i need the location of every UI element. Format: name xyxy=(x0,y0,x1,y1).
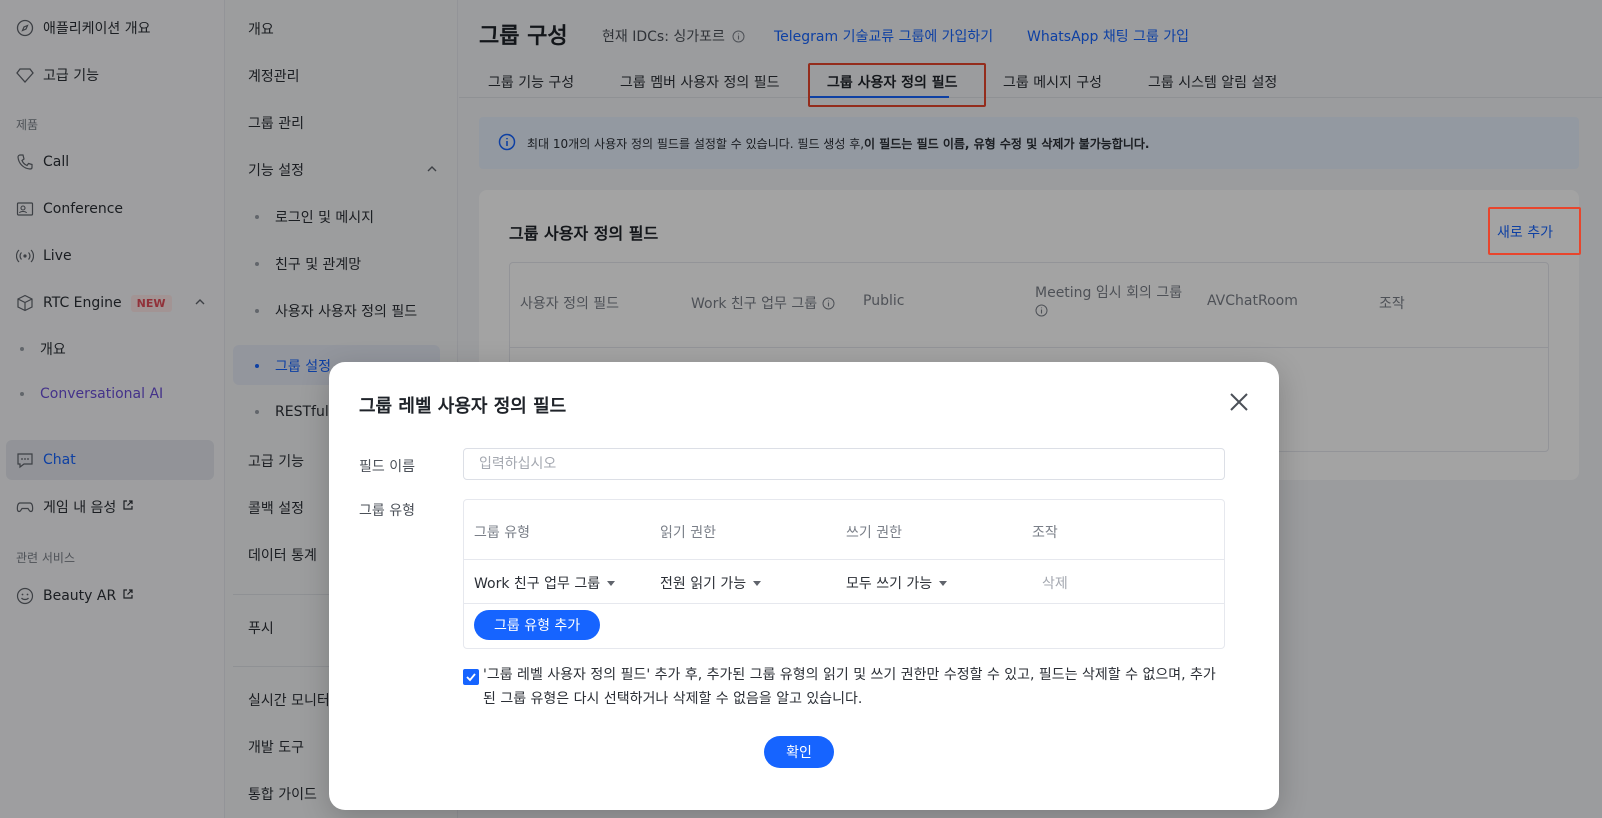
divider xyxy=(464,603,1224,604)
confirm-button[interactable]: 확인 xyxy=(764,736,834,768)
caret-down-icon xyxy=(939,580,948,586)
caret-down-icon xyxy=(753,580,762,586)
table-header: 조작 xyxy=(1032,525,1058,541)
select-value: 전원 읽기 가능 xyxy=(660,576,747,592)
highlight-box-add-new xyxy=(1488,207,1581,255)
close-icon[interactable] xyxy=(1227,390,1251,414)
group-type-label: 그룹 유형 xyxy=(359,503,415,519)
table-header: 쓰기 권한 xyxy=(846,525,902,541)
dialog-title: 그룹 레벨 사용자 정의 필드 xyxy=(359,396,567,417)
select-value: 모두 쓰기 가능 xyxy=(846,576,933,592)
table-header: 읽기 권한 xyxy=(660,525,716,541)
divider xyxy=(464,559,1224,560)
field-name-input[interactable] xyxy=(463,448,1225,480)
group-type-select[interactable]: Work 친구 업무 그룹 xyxy=(474,573,616,593)
read-permission-select[interactable]: 전원 읽기 가능 xyxy=(660,573,762,593)
group-type-table: 그룹 유형 읽기 권한 쓰기 권한 조작 Work 친구 업무 그룹 전원 읽기… xyxy=(463,499,1225,649)
field-name-label: 필드 이름 xyxy=(359,459,415,475)
agreement-text: '그룹 레벨 사용자 정의 필드' 추가 후, 추가된 그룹 유형의 읽기 및 … xyxy=(483,667,1216,707)
custom-field-dialog: 그룹 레벨 사용자 정의 필드 필드 이름 그룹 유형 그룹 유형 읽기 권한 … xyxy=(329,362,1279,810)
add-group-type-button[interactable]: 그룹 유형 추가 xyxy=(474,610,601,640)
agreement-checkbox[interactable] xyxy=(463,669,479,685)
write-permission-select[interactable]: 모두 쓰기 가능 xyxy=(846,573,948,593)
table-header: 그룹 유형 xyxy=(474,525,530,541)
caret-down-icon xyxy=(607,580,616,586)
select-value: Work 친구 업무 그룹 xyxy=(474,576,601,592)
delete-link[interactable]: 삭제 xyxy=(1042,573,1068,593)
